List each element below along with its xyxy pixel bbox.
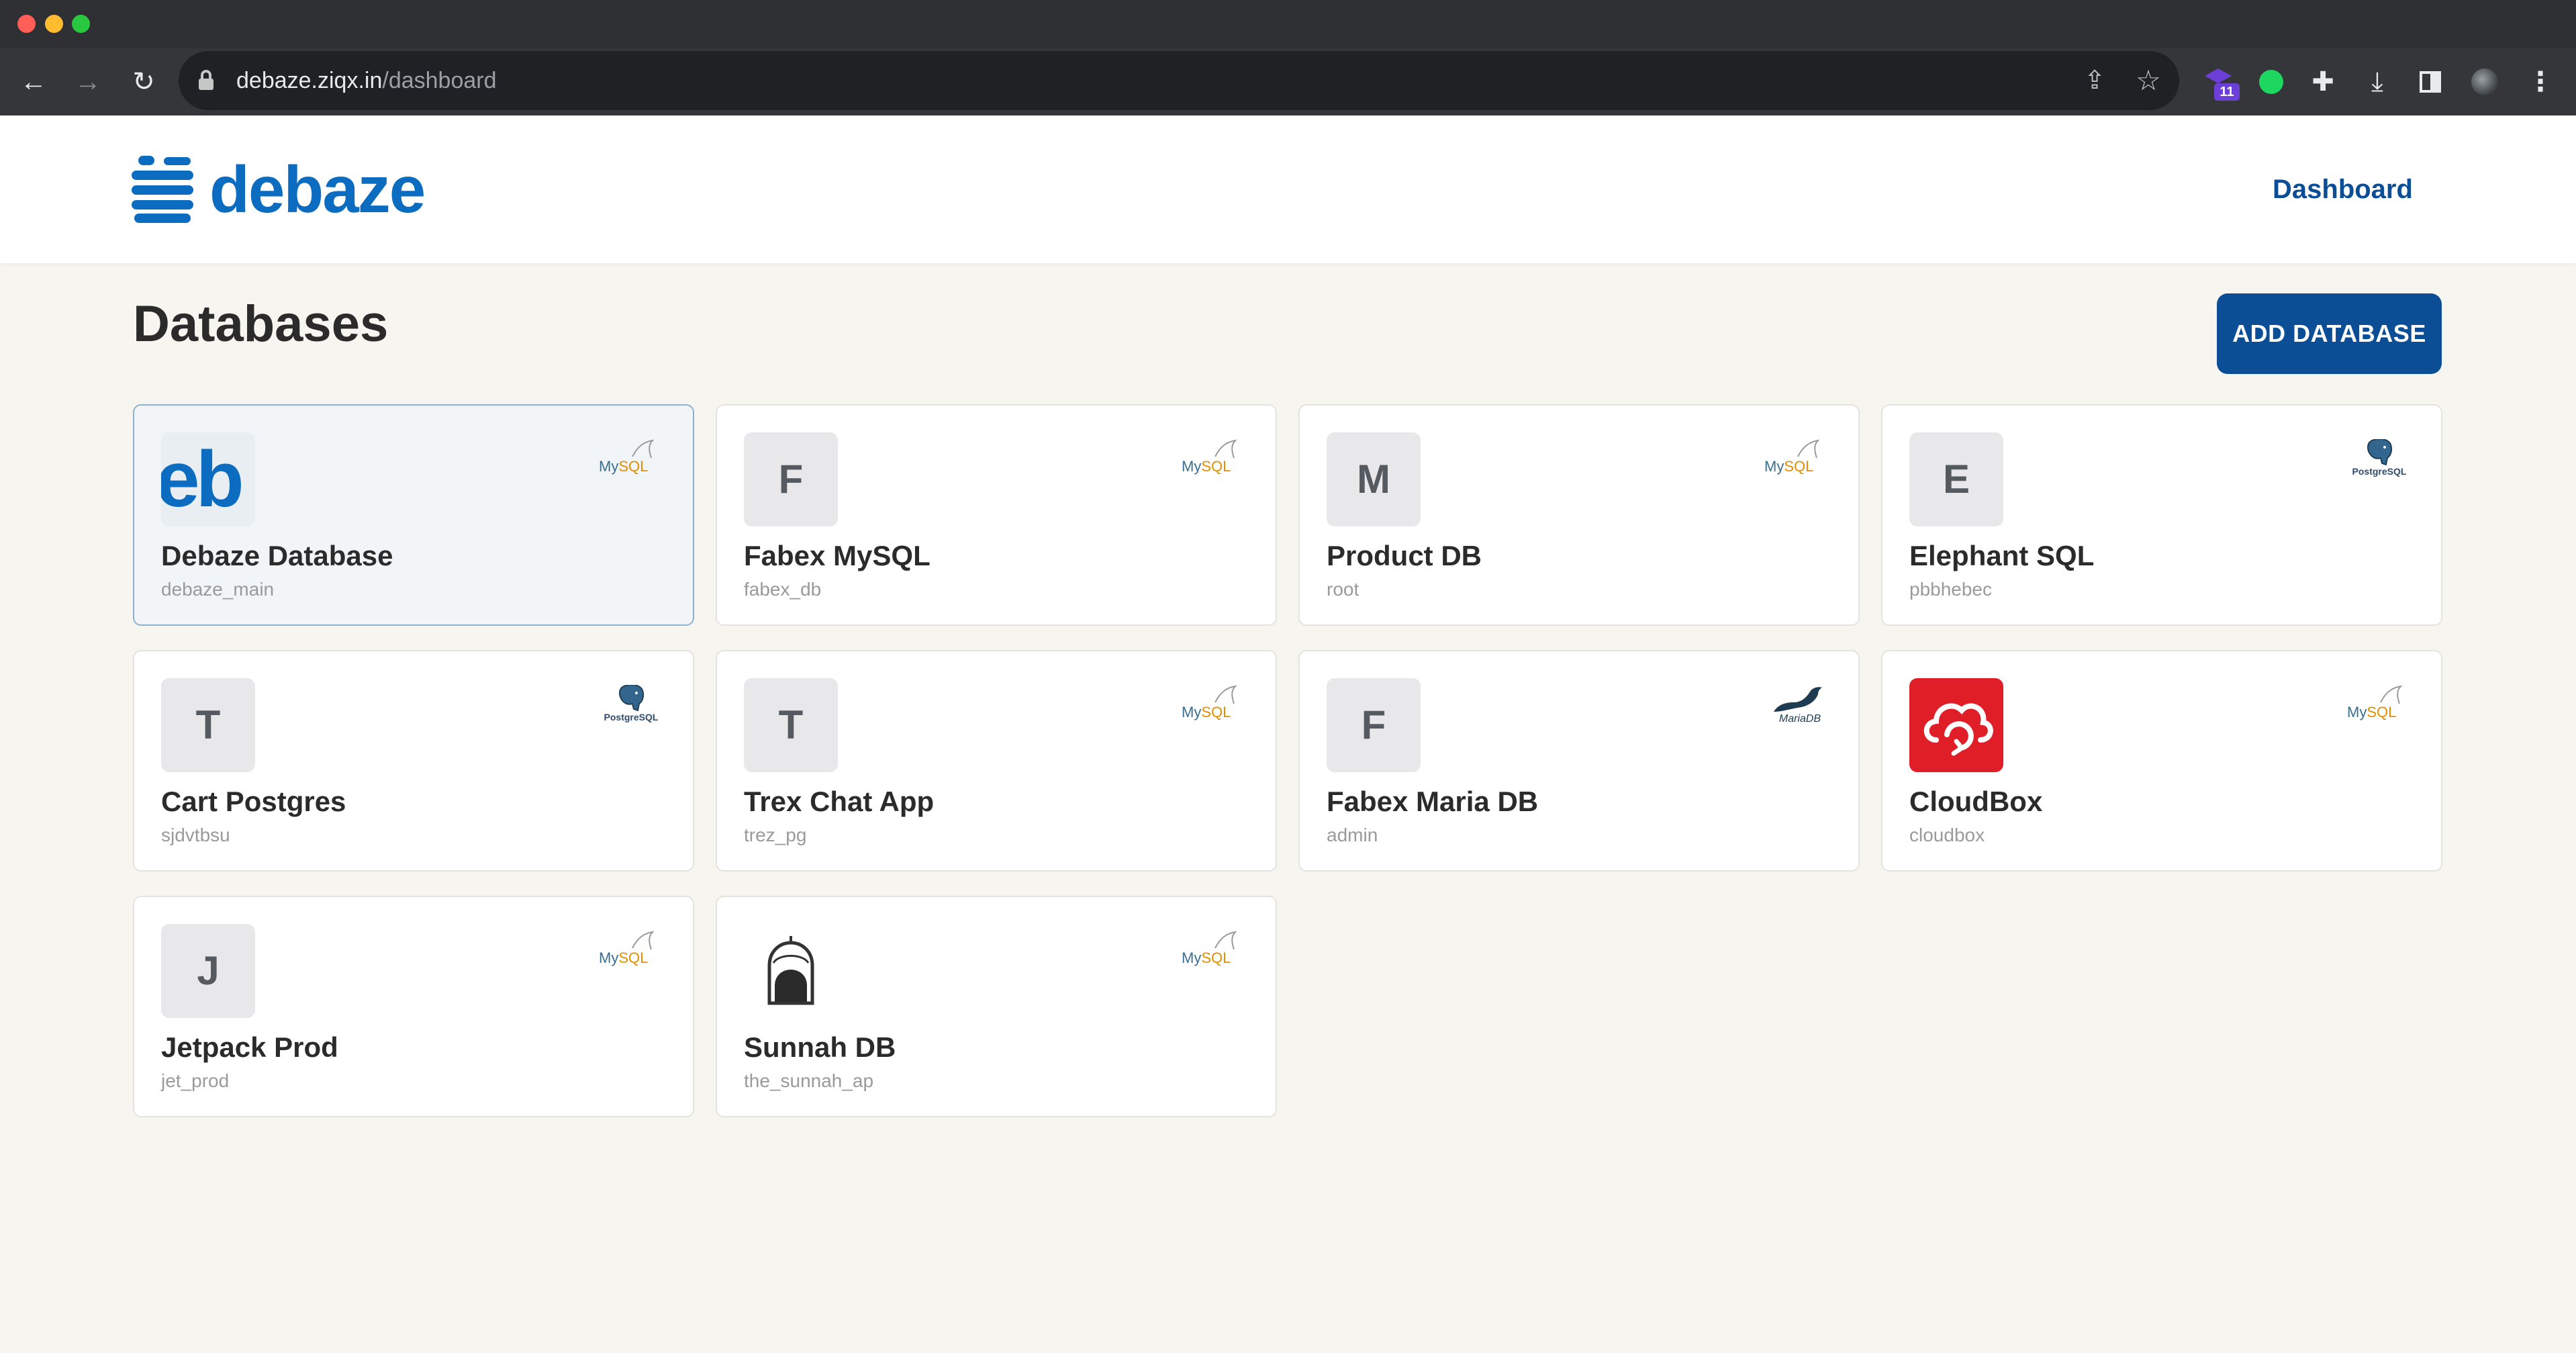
database-avatar: M — [1327, 432, 1421, 526]
database-avatar: E — [1909, 432, 2003, 526]
extensions-puzzle-icon[interactable]: ✚ — [2304, 63, 2342, 101]
page-title: Databases — [133, 295, 389, 353]
postgresql-logo-icon: PostgreSQL — [2347, 439, 2407, 482]
download-icon[interactable]: ⤓ — [2358, 63, 2396, 101]
add-database-button[interactable]: ADD DATABASE — [2217, 293, 2442, 374]
database-card[interactable]: F MariaDB Fabex Maria DB admin — [1298, 650, 1860, 872]
back-arrow-icon[interactable]: ← — [15, 63, 52, 101]
database-card[interactable]: M MySQL Product DB root — [1298, 404, 1860, 626]
database-name: Jetpack Prod — [161, 1031, 338, 1063]
database-card[interactable]: T PostgreSQL Cart Postgres sjdvtbsu — [133, 650, 694, 872]
database-schema: root — [1327, 579, 1359, 600]
database-schema: pbbhebec — [1909, 579, 1993, 600]
mysql-logo-icon: MySQL — [1182, 685, 1242, 728]
database-avatar: F — [1327, 678, 1421, 772]
database-avatar: T — [161, 678, 255, 772]
database-schema: jet_prod — [161, 1070, 230, 1091]
database-grid: eb MySQL Debaze Database debaze_main F M… — [133, 404, 2442, 1117]
address-bar[interactable]: debaze.ziqx.in/dashboard ⇪ ☆ — [179, 51, 2179, 110]
database-schema: the_sunnah_ap — [744, 1070, 874, 1091]
mosque-dome-logo-icon — [744, 924, 838, 1018]
mysql-logo-icon: MySQL — [599, 931, 659, 974]
maximize-window-button[interactable] — [72, 15, 90, 33]
mariadb-logo-icon: MariaDB — [1764, 685, 1825, 728]
database-card[interactable]: MySQL Sunnah DB the_sunnah_ap — [716, 896, 1277, 1117]
forward-arrow-icon[interactable]: → — [69, 63, 107, 101]
database-card[interactable]: F MySQL Fabex MySQL fabex_db — [716, 404, 1277, 626]
mysql-logo-icon: MySQL — [1764, 439, 1825, 482]
database-card[interactable]: E PostgreSQL Elephant SQL pbbhebec — [1881, 404, 2442, 626]
postgresql-logo-icon: PostgreSQL — [599, 685, 659, 728]
url-path: /dashboard — [382, 68, 497, 93]
share-icon[interactable]: ⇪ — [2077, 63, 2112, 98]
database-name: Fabex Maria DB — [1327, 786, 1539, 817]
cloudbox-logo-icon — [1909, 678, 2003, 772]
nav-dashboard-link[interactable]: Dashboard — [2273, 172, 2413, 207]
database-card[interactable]: T MySQL Trex Chat App trez_pg — [716, 650, 1277, 872]
database-schema: cloudbox — [1909, 825, 1985, 845]
database-name: Debaze Database — [161, 540, 393, 571]
database-card[interactable]: MySQL CloudBox cloudbox — [1881, 650, 2442, 872]
green-circle-extension-icon[interactable] — [2252, 63, 2290, 101]
brand-name: debaze — [209, 152, 426, 226]
minimize-window-button[interactable] — [45, 15, 63, 33]
database-avatar: F — [744, 432, 838, 526]
reload-icon[interactable]: ↻ — [125, 63, 162, 101]
database-schema: fabex_db — [744, 579, 822, 600]
mysql-logo-icon: MySQL — [2347, 685, 2407, 728]
browser-titlebar — [0, 0, 2576, 48]
browser-toolbar: ← → ↻ debaze.ziqx.in/dashboard ⇪ ☆ — [0, 48, 2576, 115]
app-header: debaze Dashboard — [0, 115, 2576, 263]
browser-chrome: ← → ↻ debaze.ziqx.in/dashboard ⇪ ☆ 11 ✚ … — [0, 0, 2576, 115]
database-name: Fabex MySQL — [744, 540, 931, 571]
kebab-menu-icon[interactable]: ⋮ — [2522, 63, 2559, 101]
database-avatar: J — [161, 924, 255, 1018]
url-domain: debaze.ziqx.in — [236, 68, 383, 93]
extension-badge: 11 — [2214, 83, 2240, 101]
database-card[interactable]: eb MySQL Debaze Database debaze_main — [133, 404, 694, 626]
database-name: Elephant SQL — [1909, 540, 2095, 571]
database-name: Cart Postgres — [161, 786, 346, 817]
database-name: CloudBox — [1909, 786, 2043, 817]
graduation-cap-extension-icon[interactable]: 11 — [2202, 63, 2240, 101]
url-text[interactable]: debaze.ziqx.in/dashboard — [236, 64, 497, 97]
bookmark-star-icon[interactable]: ☆ — [2131, 63, 2166, 98]
mysql-logo-icon: MySQL — [599, 439, 659, 482]
database-schema: sjdvtbsu — [161, 825, 230, 845]
database-schema: admin — [1327, 825, 1378, 845]
mysql-logo-icon: MySQL — [1182, 439, 1242, 482]
database-schema: debaze_main — [161, 579, 275, 600]
close-window-button[interactable] — [17, 15, 36, 33]
database-name: Trex Chat App — [744, 786, 935, 817]
database-name: Product DB — [1327, 540, 1482, 571]
database-name: Sunnah DB — [744, 1031, 896, 1063]
database-schema: trez_pg — [744, 825, 807, 845]
debaze-eb-logo: eb — [161, 432, 255, 526]
profile-avatar-icon[interactable] — [2466, 63, 2503, 101]
debaze-logo[interactable]: debaze — [132, 156, 440, 223]
lock-icon[interactable] — [199, 70, 213, 90]
database-stack-logo-icon — [132, 156, 193, 223]
side-panel-icon[interactable] — [2412, 63, 2449, 101]
database-card[interactable]: J MySQL Jetpack Prod jet_prod — [133, 896, 694, 1117]
database-avatar: T — [744, 678, 838, 772]
mysql-logo-icon: MySQL — [1182, 931, 1242, 974]
